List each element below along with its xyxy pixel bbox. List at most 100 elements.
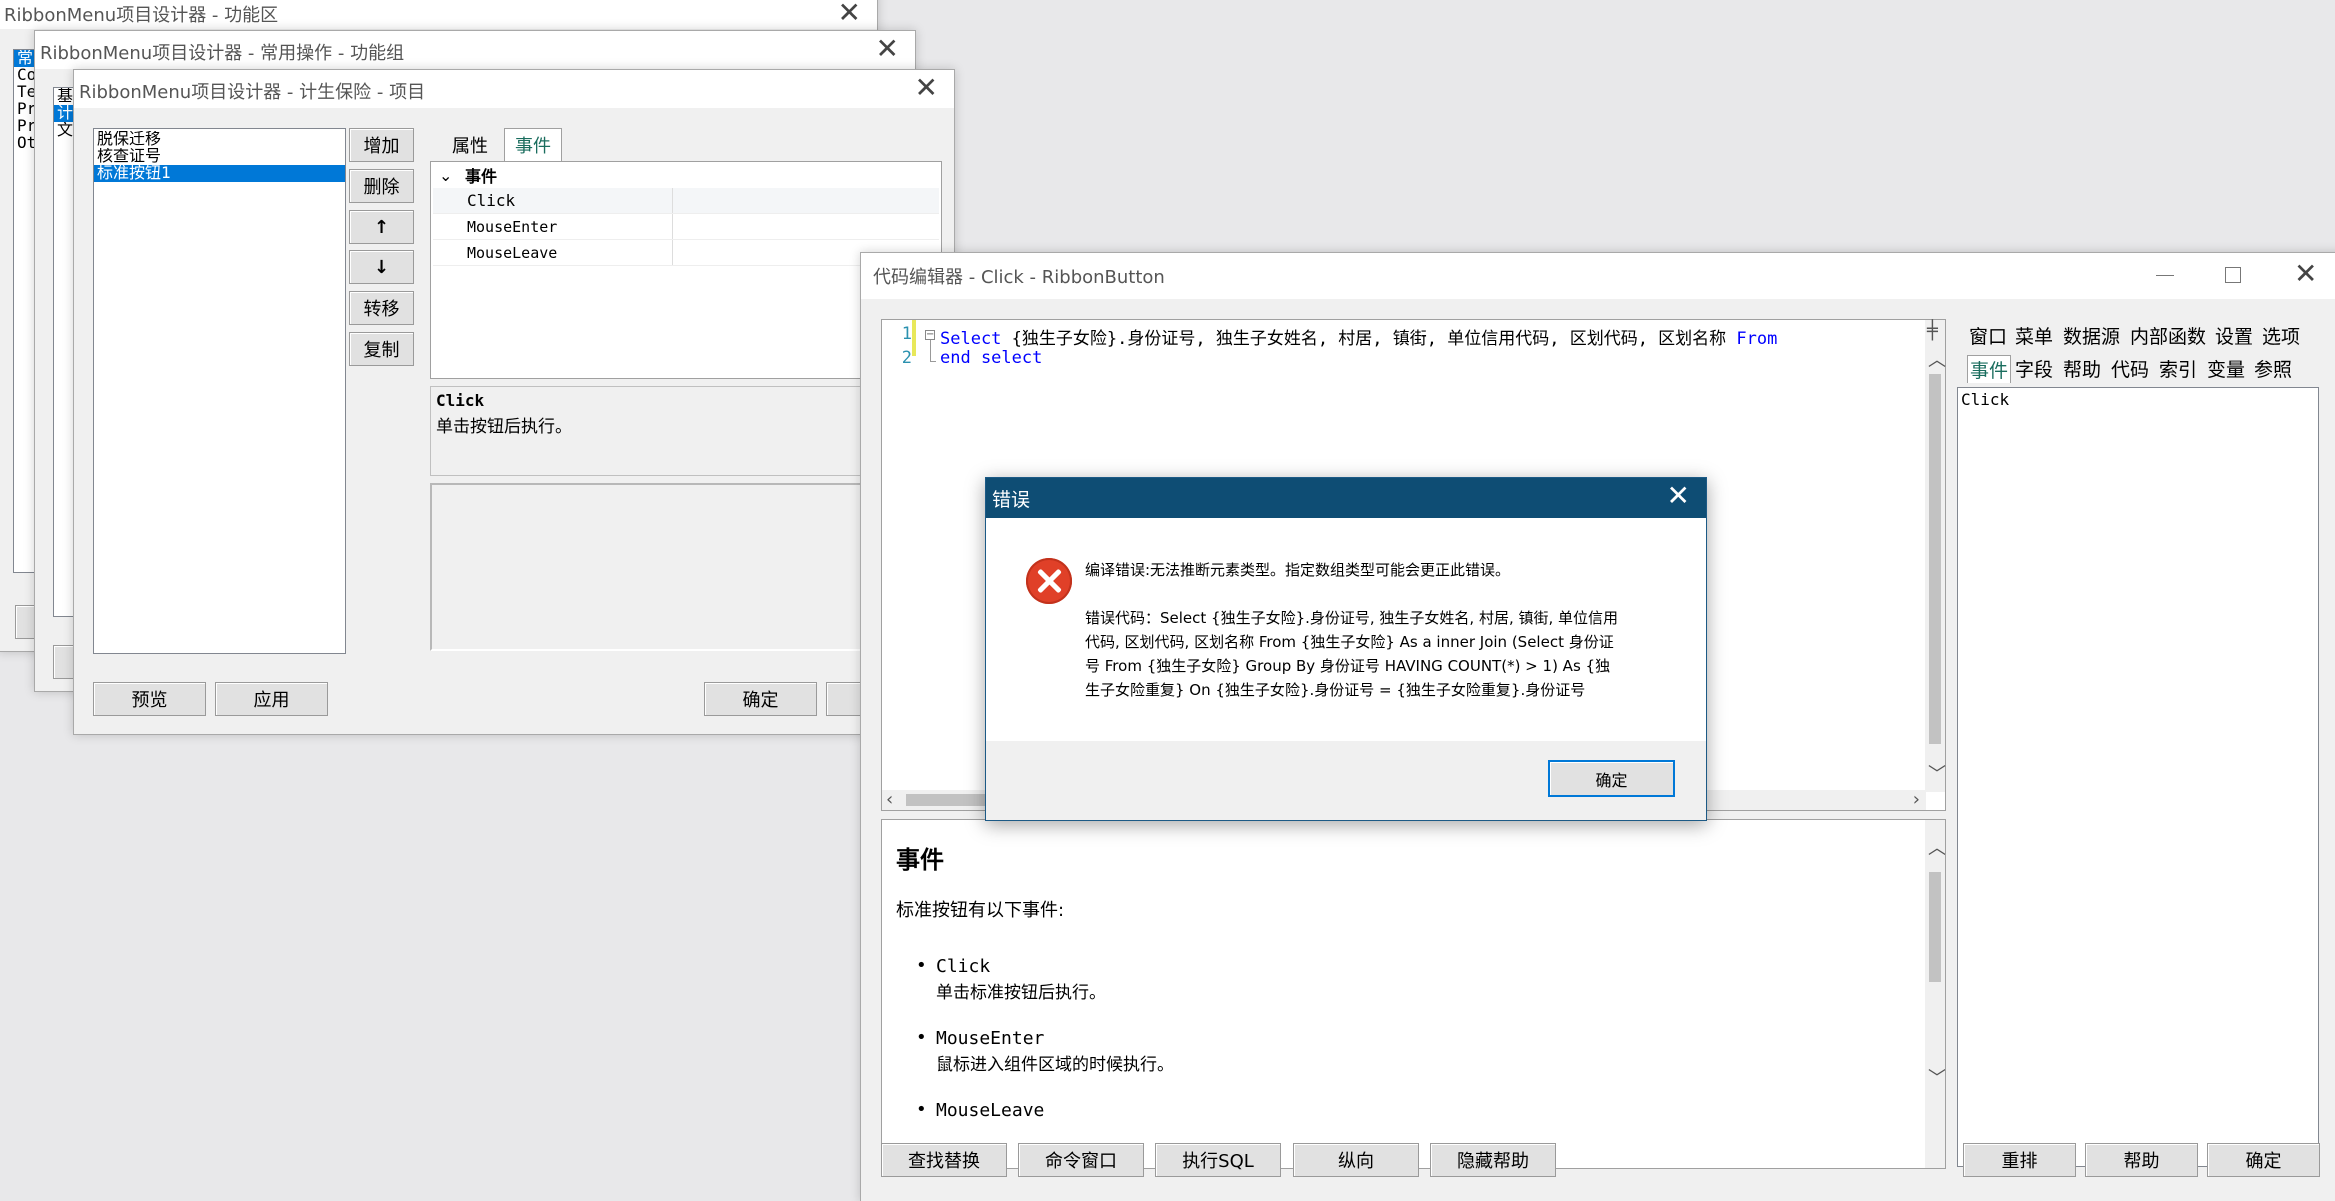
scroll-thumb[interactable] [1929,374,1941,744]
apply-button[interactable]: 应用 [215,682,328,716]
help-event-name: • MouseEnter [916,1027,1045,1049]
list-item[interactable]: 脱保迁移 [94,131,345,148]
item-list[interactable]: 脱保迁移 核查证号 标准按钮1 [93,128,346,654]
tab-fields[interactable]: 字段 [2015,355,2053,382]
property-group-label: 事件 [465,167,498,186]
line-number: 1 [901,324,912,344]
help-panel[interactable]: 事件 标准按钮有以下事件: • Click 单击标准按钮后执行。 • MouseEn… [881,819,1946,1169]
scroll-left-icon[interactable]: ‹ [886,791,893,809]
tab-events[interactable]: 事件 [1967,355,2012,383]
error-dialog[interactable]: 错误 ✕ 编译错误:无法推断元素类型。指定数组类型可能会更正此错误。 错误代码：… [985,477,1707,821]
dialog-title: 错误 [992,488,1031,511]
event-list[interactable]: Click [1957,387,2319,1167]
code-line[interactable]: end select [940,348,1042,368]
help-intro: 标准按钮有以下事件: [896,900,1065,921]
code-keyword: end select [940,348,1043,368]
vertical-button[interactable]: 纵向 [1293,1143,1419,1177]
tab-properties[interactable]: 属性 [440,128,500,162]
hide-help-button[interactable]: 隐藏帮助 [1430,1143,1556,1177]
command-window-button[interactable]: 命令窗口 [1018,1143,1144,1177]
window-title: RibbonMenu项目设计器 - 功能区 [4,5,279,26]
help-event-desc: 鼠标进入组件区域的时候执行。 [936,1055,1174,1075]
list-item[interactable]: 核查证号 [94,148,345,165]
title-bar[interactable]: RibbonMenu项目设计器 - 常用操作 - 功能组 ✕ [35,31,915,69]
tab-window[interactable]: 窗口 [1969,322,2007,349]
execute-sql-button[interactable]: 执行SQL [1155,1143,1281,1177]
window-title: 代码编辑器 - Click - RibbonButton [873,267,1165,288]
close-icon[interactable]: ✕ [2294,257,2317,290]
preview-button[interactable]: 预览 [93,682,206,716]
transfer-button[interactable]: 转移 [349,291,414,325]
dialog-title-bar[interactable]: 错误 ✕ [986,478,1706,518]
event-name: MouseEnter [936,1028,1045,1049]
ok-button[interactable]: 确定 [704,682,817,716]
move-down-button[interactable]: ↓ [349,250,414,284]
add-button[interactable]: 增加 [349,128,414,162]
error-message: 编译错误:无法推断元素类型。指定数组类型可能会更正此错误。 [1085,561,1511,579]
tab-variables[interactable]: 变量 [2207,355,2245,382]
maximize-icon[interactable] [2225,267,2241,283]
designer-window-items[interactable]: RibbonMenu项目设计器 - 计生保险 - 项目 ✕ 脱保迁移 核查证号 … [73,69,955,735]
property-group-row[interactable]: ⌄ 事件 [433,162,939,188]
title-bar[interactable]: RibbonMenu项目设计器 - 计生保险 - 项目 ✕ [74,70,954,108]
error-code-line: 生子女险重复} On {独生子女险}.身份证号 = {独生子女险重复}.身份证号 [1085,681,1586,699]
scroll-down-icon[interactable]: ﹀ [1928,1070,1945,1088]
close-icon[interactable]: ✕ [1667,479,1690,512]
list-item[interactable]: 标准按钮1 [94,165,345,182]
help-event-name: • MouseLeave [916,1099,1045,1121]
code-keyword: From [1736,329,1778,349]
minimize-icon[interactable] [2156,275,2174,276]
fold-icon[interactable]: − [925,330,935,340]
tab-settings[interactable]: 设置 [2215,322,2253,349]
error-code-line: 代码, 区划代码, 区划名称 From {独生子女险} As a inner J… [1085,633,1614,651]
ok-button[interactable]: 确定 [2207,1143,2320,1177]
title-bar[interactable]: RibbonMenu项目设计器 - 功能区 ✕ [0,0,877,29]
window-title: RibbonMenu项目设计器 - 常用操作 - 功能组 [40,43,405,64]
vertical-scrollbar[interactable]: ╪ ︿ ﹀ [1925,320,1946,792]
event-name: Click [936,956,991,977]
error-code-line: 号 From {独生子女险} Group By 身份证号 HAVING COUN… [1085,657,1611,675]
scroll-up-icon[interactable]: ︿ [1928,840,1945,858]
close-icon[interactable]: ✕ [915,72,938,104]
scroll-thumb[interactable] [1929,872,1941,982]
code-keyword: Select [940,329,1012,349]
scroll-right-icon[interactable]: › [1913,791,1920,809]
tab-code[interactable]: 代码 [2111,355,2149,382]
help-button[interactable]: 帮助 [2085,1143,2198,1177]
split-icon[interactable]: ╪ [1927,322,1938,340]
rearrange-button[interactable]: 重排 [1963,1143,2076,1177]
help-scrollbar[interactable]: ︿ ﹀ [1925,820,1945,1168]
code-text: {独生子女险}.身份证号, 独生子女姓名, 村居, 镇街, 单位信用代码, 区划… [1011,329,1737,349]
dialog-ok-button[interactable]: 确定 [1548,760,1675,797]
help-event-name: • Click [916,955,991,977]
scroll-up-icon[interactable]: ︿ [1928,352,1946,370]
find-replace-button[interactable]: 查找替换 [881,1143,1007,1177]
property-row[interactable]: Click [433,188,939,214]
tab-options[interactable]: 选项 [2262,322,2300,349]
error-icon [1026,558,1072,604]
tab-datasource[interactable]: 数据源 [2063,322,2120,349]
delete-button[interactable]: 删除 [349,169,414,203]
tab-help[interactable]: 帮助 [2063,355,2101,382]
help-event-desc: 单击标准按钮后执行。 [936,983,1106,1003]
move-up-button[interactable]: ↑ [349,210,414,244]
tab-internal-functions[interactable]: 内部函数 [2130,322,2206,349]
window-title: RibbonMenu项目设计器 - 计生保险 - 项目 [79,82,426,103]
tab-menu[interactable]: 菜单 [2015,322,2053,349]
fold-line [930,340,931,362]
title-bar[interactable]: 代码编辑器 - Click - RibbonButton ✕ [861,253,2335,299]
tab-reference[interactable]: 参照 [2254,355,2292,382]
list-item[interactable]: Click [1958,392,2318,409]
fold-line-end [930,361,936,362]
close-icon[interactable]: ✕ [838,0,861,29]
tab-events[interactable]: 事件 [504,128,562,162]
chevron-down-icon[interactable]: ⌄ [433,166,457,185]
copy-button[interactable]: 复制 [349,332,414,366]
code-line[interactable]: Select {独生子女险}.身份证号, 独生子女姓名, 村居, 镇街, 单位信… [940,324,1777,349]
dialog-footer: 确定 [986,741,1706,820]
close-icon[interactable]: ✕ [876,33,899,65]
property-row[interactable]: MouseEnter [433,214,939,240]
tab-index[interactable]: 索引 [2159,355,2197,382]
line-number: 2 [901,348,912,368]
scroll-down-icon[interactable]: ﹀ [1928,766,1946,784]
